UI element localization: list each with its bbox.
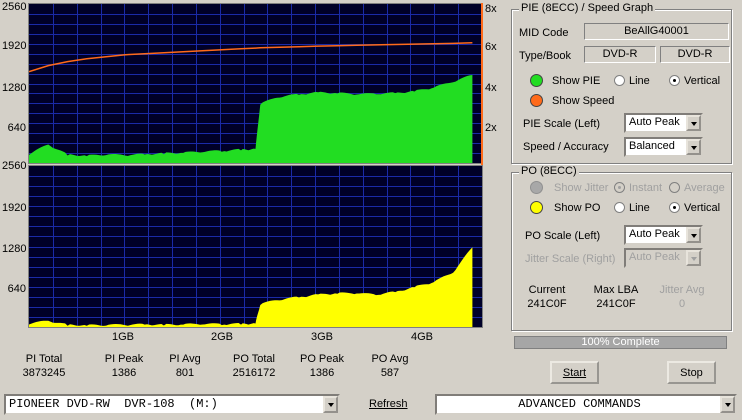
- refresh-link[interactable]: Refresh: [369, 398, 408, 410]
- book-value: DVD-R: [660, 46, 730, 63]
- pie-chart-plot: [29, 4, 482, 163]
- x-tick-1gb: 1GB: [112, 331, 135, 343]
- pie-area: [29, 75, 473, 163]
- x-tick-2gb: 2GB: [211, 331, 234, 343]
- stop-button[interactable]: Stop: [667, 361, 716, 384]
- show-jitter-label: Show Jitter: [554, 182, 609, 194]
- pie-line-radio[interactable]: [614, 75, 625, 86]
- show-speed-label[interactable]: Show Speed: [552, 95, 614, 107]
- pie-scale-select[interactable]: Auto Peak: [624, 113, 703, 133]
- jitter-scale-select: Auto Peak: [624, 248, 703, 268]
- pie-y-tick: 1920: [2, 40, 27, 52]
- pie-y-tick: 2560: [2, 1, 27, 13]
- speed-tick: 6x: [485, 41, 497, 53]
- po-y-tick: 1280: [2, 243, 27, 255]
- type-book-label: Type/Book: [519, 50, 571, 62]
- jitter-average-radio: [669, 182, 680, 193]
- chevron-down-icon[interactable]: [720, 396, 735, 413]
- pie-y-tick: 1280: [2, 82, 27, 94]
- speed-accuracy-select[interactable]: Balanced: [624, 137, 703, 157]
- po-line-radio[interactable]: [614, 202, 625, 213]
- po-scale-select[interactable]: Auto Peak: [624, 225, 703, 245]
- jitter-avg: Jitter Avg 0: [659, 284, 705, 310]
- pie-line-label[interactable]: Line: [629, 75, 650, 87]
- speed-accuracy-label: Speed / Accuracy: [523, 141, 609, 153]
- stat-pi-total: PI Total 3873245: [22, 353, 66, 379]
- pie-scale-label: PIE Scale (Left): [523, 118, 601, 130]
- speed-line: [29, 42, 473, 73]
- speed-tick: 8x: [485, 3, 497, 15]
- jitter-instant-radio: [614, 182, 625, 193]
- stat-po-avg: PO Avg 587: [371, 353, 409, 379]
- pie-color-swatch[interactable]: [530, 74, 543, 87]
- chevron-down-icon: [686, 250, 701, 266]
- chevron-down-icon[interactable]: [686, 115, 701, 131]
- stat-po-peak: PO Peak 1386: [299, 353, 345, 379]
- po-color-swatch[interactable]: [530, 201, 543, 214]
- x-tick-4gb: 4GB: [411, 331, 434, 343]
- jitter-average-label: Average: [684, 182, 725, 194]
- start-button[interactable]: Start: [550, 361, 599, 384]
- pie-y-tick: 2560: [2, 160, 27, 172]
- type-value: DVD-R: [584, 46, 656, 63]
- speed-tick: 4x: [485, 82, 497, 94]
- mid-code-value: BeAllG40001: [584, 23, 729, 40]
- pie-chart: [28, 3, 483, 164]
- po-vertical-label[interactable]: Vertical: [684, 202, 720, 214]
- max-lba: Max LBA 241C0F: [593, 284, 639, 310]
- progress-text: 100% Complete: [581, 336, 660, 348]
- po-line-label[interactable]: Line: [629, 202, 650, 214]
- chevron-down-icon[interactable]: [323, 396, 338, 413]
- speed-color-swatch[interactable]: [530, 94, 543, 107]
- jitter-instant-label: Instant: [629, 182, 663, 194]
- pie-vertical-radio[interactable]: [669, 75, 680, 86]
- show-pie-label[interactable]: Show PIE: [552, 75, 600, 87]
- po-chart: [28, 165, 483, 328]
- po-scale-label: PO Scale (Left): [525, 230, 601, 242]
- x-tick-3gb: 3GB: [311, 331, 334, 343]
- drive-select[interactable]: PIONEER DVD-RW DVR-108 (M:): [4, 394, 340, 415]
- pie-panel-title: PIE (8ECC) / Speed Graph: [519, 2, 656, 14]
- jitter-scale-label: Jitter Scale (Right): [525, 253, 616, 265]
- show-po-label[interactable]: Show PO: [554, 202, 600, 214]
- po-vertical-radio[interactable]: [669, 202, 680, 213]
- stat-po-total: PO Total 2516172: [232, 353, 276, 379]
- po-chart-plot: [29, 166, 482, 327]
- speed-tick: 2x: [485, 122, 497, 134]
- stat-pi-avg: PI Avg 801: [169, 353, 201, 379]
- pie-vertical-label[interactable]: Vertical: [684, 75, 720, 87]
- po-panel-title: PO (8ECC): [519, 165, 579, 177]
- pie-y-tick: 640: [7, 122, 26, 134]
- po-y-tick: 1920: [2, 202, 27, 214]
- progress-bar: 100% Complete: [514, 336, 727, 349]
- advanced-commands-select[interactable]: ADVANCED COMMANDS: [435, 394, 737, 415]
- jitter-color-swatch: [530, 181, 543, 194]
- stat-pi-peak: PI Peak 1386: [104, 353, 144, 379]
- current-lba: Current 241C0F: [527, 284, 567, 310]
- po-y-tick: 640: [7, 283, 26, 295]
- chevron-down-icon[interactable]: [686, 139, 701, 155]
- chevron-down-icon[interactable]: [686, 227, 701, 243]
- mid-code-label: MID Code: [519, 27, 569, 39]
